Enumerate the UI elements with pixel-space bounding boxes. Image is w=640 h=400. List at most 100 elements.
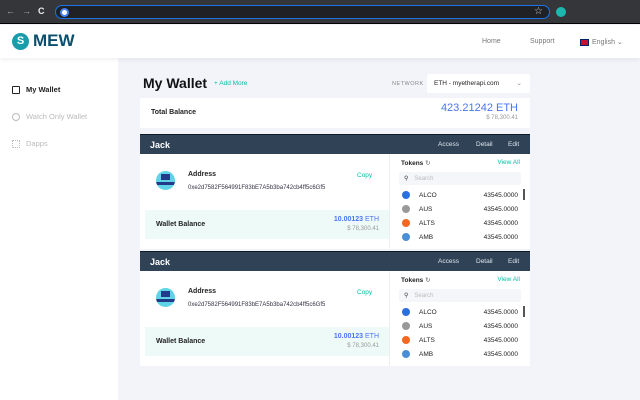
wallet-balance-usd: $ 78,300.41 — [347, 226, 379, 232]
wallet-card: Address 0xe2d7582F564991F83bE7A5b3ba742c… — [140, 154, 530, 249]
token-row[interactable]: ALCO 43545.0000 — [402, 307, 518, 319]
token-icon — [402, 233, 410, 241]
google-icon — [60, 8, 69, 17]
token-row[interactable]: ALTS 43545.0000 — [402, 218, 518, 230]
nav-home[interactable]: Home — [482, 38, 501, 45]
sidebar-item-my-wallet[interactable]: My Wallet — [12, 85, 60, 94]
token-value: 43545.0000 — [483, 206, 518, 213]
refresh-icon[interactable]: ↻ — [425, 160, 430, 167]
search-icon: ⚲ — [404, 176, 409, 182]
wallet-icon — [12, 85, 20, 94]
bookmark-star-icon[interactable]: ☆ — [534, 6, 543, 17]
search-placeholder: Search — [414, 293, 434, 299]
address-bar[interactable]: ☆ — [55, 5, 550, 19]
sidebar-item-label: Dapps — [26, 139, 48, 148]
forward-button[interactable]: → — [22, 6, 31, 16]
wallet-balance: Wallet Balance 10.00123 ETH $ 78,300.41 — [145, 210, 390, 239]
detail-button[interactable]: Detail — [476, 258, 493, 265]
token-value: 43545.0000 — [483, 337, 518, 344]
tokens-heading: Tokens ↻ — [401, 160, 431, 167]
token-row[interactable]: ALTS 43545.0000 — [402, 335, 518, 347]
nav-support[interactable]: Support — [530, 38, 555, 45]
token-row[interactable]: ALCO 43545.0000 — [402, 190, 518, 202]
sidebar: My Wallet Watch Only Wallet Dapps — [0, 58, 118, 400]
tokens-panel: Tokens ↻ View All ⚲ Search ALCO 43545.0000… — [389, 271, 530, 366]
wallet-name: Jack — [150, 140, 171, 150]
wallet-balance-usd: $ 78,300.41 — [347, 343, 379, 349]
token-value: 43545.0000 — [483, 192, 518, 199]
wallet-address: 0xe2d7582F564991F83bE7A5b3ba742cb4ff5c6G… — [188, 302, 326, 308]
wallet-balance-eth: 10.00123 ETH — [333, 333, 379, 340]
network-select[interactable]: ETH - myetherapi.com ⌄ — [427, 74, 530, 93]
view-all-link[interactable]: View All — [497, 159, 520, 166]
total-balance-card: Total Balance 423.21242 ETH $ 78,300.41 — [140, 98, 530, 128]
chevron-down-icon: ⌄ — [516, 80, 522, 87]
sidebar-item-label: Watch Only Wallet — [26, 112, 88, 121]
wallet-avatar — [156, 171, 175, 190]
token-icon — [402, 308, 410, 316]
sidebar-item-watch-only[interactable]: Watch Only Wallet — [12, 112, 87, 121]
extension-icon[interactable] — [556, 7, 566, 17]
wallet-balance-label: Wallet Balance — [156, 221, 206, 228]
sidebar-item-dapps[interactable]: Dapps — [12, 139, 48, 148]
chevron-down-icon: ⌄ — [616, 39, 623, 46]
refresh-icon[interactable]: ↻ — [425, 277, 430, 284]
reload-button[interactable]: C — [38, 6, 45, 16]
wallet-balance: Wallet Balance 10.00123 ETH $ 78,300.41 — [145, 327, 390, 356]
language-label: English — [592, 39, 615, 46]
edit-button[interactable]: Edit — [508, 258, 519, 265]
network-value: ETH - myetherapi.com — [434, 80, 500, 87]
copy-button[interactable]: Copy — [357, 289, 372, 296]
token-icon — [402, 336, 410, 344]
view-all-link[interactable]: View All — [497, 276, 520, 283]
add-more-link[interactable]: + Add More — [214, 80, 247, 87]
total-balance-usd: $ 78,300.41 — [486, 115, 518, 121]
token-name: AMB — [419, 351, 434, 358]
token-icon — [402, 191, 410, 199]
token-name: ALCO — [419, 192, 437, 199]
wallet-address: 0xe2d7582F564991F83bE7A5b3ba742cb4ff5c6G… — [188, 185, 326, 191]
wallet-avatar — [156, 288, 175, 307]
token-icon — [402, 322, 410, 330]
token-name: ALTS — [419, 337, 435, 344]
page-title: My Wallet — [143, 75, 208, 91]
logo-text: MEW — [33, 31, 75, 50]
back-button[interactable]: ← — [6, 6, 15, 16]
detail-button[interactable]: Detail — [476, 141, 493, 148]
wallet-balance-eth: 10.00123 ETH — [333, 216, 379, 223]
search-icon: ⚲ — [404, 293, 409, 299]
app-header: S MEW Home Support English ⌄ — [0, 25, 640, 58]
token-row[interactable]: AMB 43545.0000 — [402, 232, 518, 244]
scrollbar[interactable] — [523, 306, 525, 317]
token-name: AUS — [419, 323, 433, 330]
token-name: AMB — [419, 234, 434, 241]
token-value: 43545.0000 — [483, 309, 518, 316]
token-row[interactable]: AUS 43545.0000 — [402, 204, 518, 216]
token-name: AUS — [419, 206, 433, 213]
token-search-input[interactable]: ⚲ Search — [399, 289, 521, 302]
browser-toolbar: ← → C ☆ — [0, 0, 640, 24]
scrollbar[interactable] — [523, 189, 525, 200]
token-value: 43545.0000 — [483, 323, 518, 330]
tokens-panel: Tokens ↻ View All ⚲ Search ALCO 43545.0000… — [389, 154, 530, 249]
total-balance-label: Total Balance — [151, 109, 196, 116]
mew-logo[interactable]: S MEW — [12, 31, 75, 51]
network-label: NETWORK — [392, 81, 424, 87]
wallet-card: Address 0xe2d7582F564991F83bE7A5b3ba742c… — [140, 271, 530, 366]
token-icon — [402, 219, 410, 227]
token-row[interactable]: AMB 43545.0000 — [402, 349, 518, 361]
wallet-name: Jack — [150, 257, 171, 267]
wallet-balance-label: Wallet Balance — [156, 338, 206, 345]
wallet-header: Jack Access Detail Edit — [140, 251, 530, 271]
uk-flag-icon — [580, 38, 589, 46]
copy-button[interactable]: Copy — [357, 172, 372, 179]
token-icon — [402, 350, 410, 358]
language-selector[interactable]: English ⌄ — [580, 38, 623, 46]
access-button[interactable]: Access — [438, 258, 459, 265]
eye-icon — [12, 112, 20, 121]
access-button[interactable]: Access — [438, 141, 459, 148]
token-row[interactable]: AUS 43545.0000 — [402, 321, 518, 333]
token-search-input[interactable]: ⚲ Search — [399, 172, 521, 185]
edit-button[interactable]: Edit — [508, 141, 519, 148]
total-balance-eth: 423.21242 ETH — [440, 102, 518, 114]
